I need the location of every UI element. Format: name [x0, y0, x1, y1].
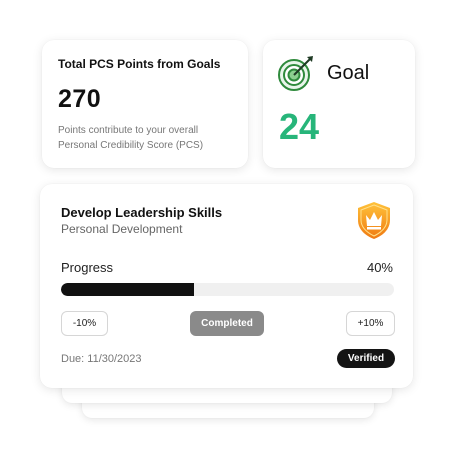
increase-progress-button[interactable]: +10%	[346, 311, 395, 336]
goal-header: Goal	[277, 54, 401, 92]
target-icon	[277, 54, 315, 92]
pcs-points-description: Points contribute to your overall Person…	[58, 125, 204, 151]
progress-label: Progress	[61, 260, 114, 275]
goal-title: Develop Leadership Skills	[61, 205, 223, 220]
pcs-points-card: Total PCS Points from Goals 270 Points c…	[42, 40, 248, 168]
completed-button[interactable]: Completed	[190, 311, 264, 336]
due-date: Due: 11/30/2023	[61, 353, 142, 365]
goal-label: Goal	[327, 61, 370, 84]
progress-bar	[61, 283, 394, 296]
pcs-points-title: Total PCS Points from Goals	[58, 57, 221, 71]
goal-card: Goal 24	[263, 40, 415, 168]
progress-percent: 40%	[366, 260, 393, 275]
goal-detail-card[interactable]: Develop Leadership Skills Personal Devel…	[40, 184, 413, 388]
progress-bar-fill	[61, 283, 195, 296]
decrease-progress-button[interactable]: -10%	[61, 311, 108, 336]
goal-category: Personal Development	[61, 222, 183, 236]
pcs-points-value: 270	[58, 85, 102, 113]
crown-shield-icon	[355, 200, 393, 240]
goal-count: 24	[279, 106, 320, 147]
verified-badge: Verified	[337, 349, 395, 368]
